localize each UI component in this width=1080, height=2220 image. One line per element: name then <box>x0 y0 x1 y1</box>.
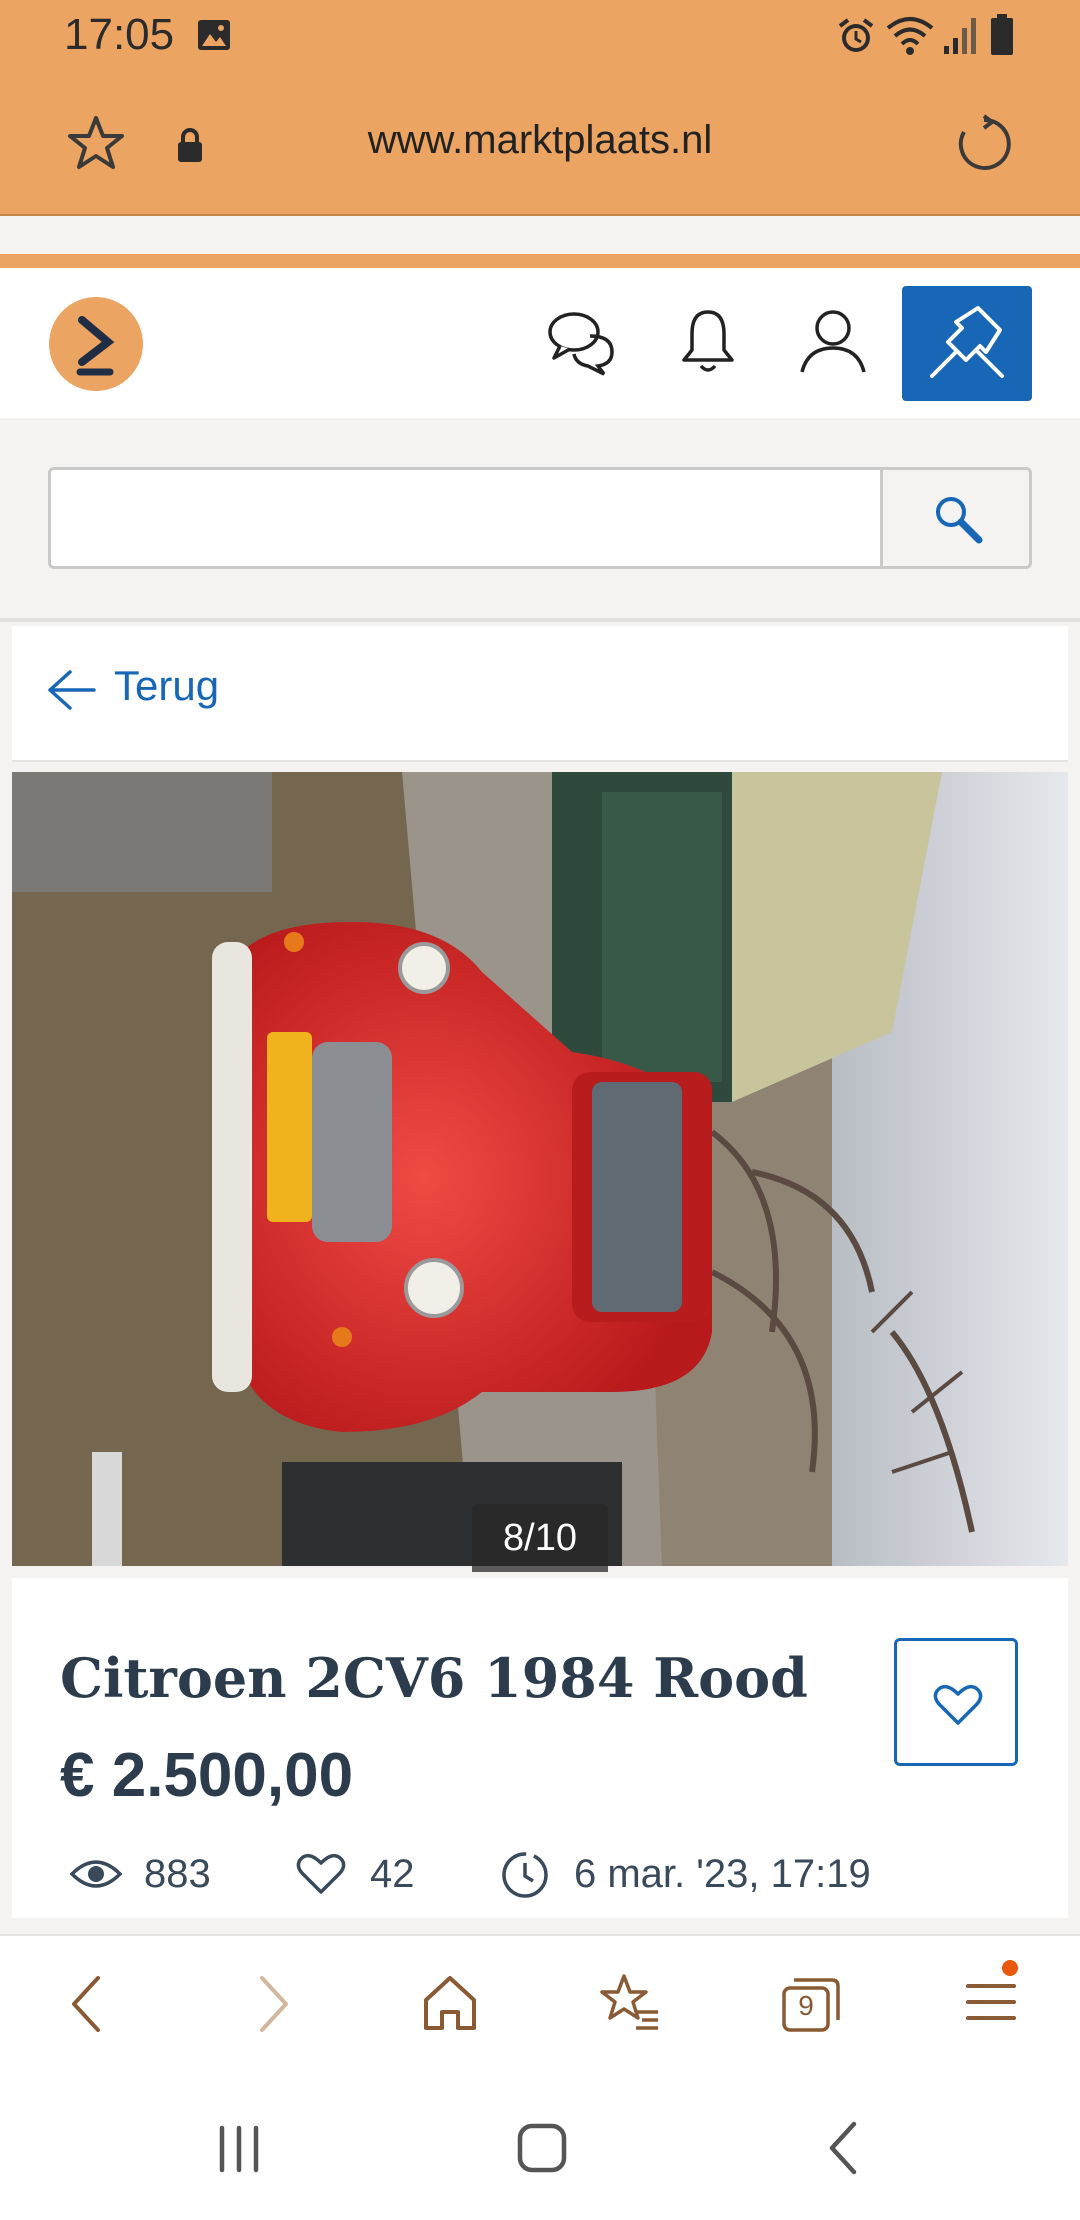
system-back-icon[interactable] <box>824 2120 864 2176</box>
bell-icon[interactable] <box>680 306 736 376</box>
heart-outline-icon <box>296 1853 346 1894</box>
pin-icon <box>930 306 1004 378</box>
wifi-icon <box>886 17 934 55</box>
search-input[interactable] <box>48 467 880 569</box>
image-icon <box>198 20 230 50</box>
page-gap <box>0 216 1080 254</box>
chat-icon[interactable] <box>546 306 618 376</box>
views-count: 883 <box>144 1852 211 1896</box>
search-icon <box>936 497 983 544</box>
forward-icon[interactable] <box>254 1974 294 2034</box>
battery-icon <box>991 14 1013 55</box>
listing-date: 6 mar. '23, 17:19 <box>574 1852 871 1896</box>
back-arrow-icon[interactable] <box>46 668 96 712</box>
marktplaats-logo[interactable] <box>48 296 144 392</box>
user-icon[interactable] <box>798 306 868 376</box>
listing-price: € 2.500,00 <box>60 1741 354 1810</box>
heart-icon <box>933 1684 983 1725</box>
favorites-count: 42 <box>370 1852 415 1896</box>
home-icon[interactable] <box>420 1974 480 2032</box>
tabs-button[interactable]: 9 <box>780 1976 842 2034</box>
url-text[interactable]: www.marktplaats.nl <box>0 118 1080 163</box>
signal-icon <box>944 18 976 54</box>
eye-icon <box>70 1860 122 1888</box>
clock-icon <box>502 1852 548 1898</box>
bookmarks-icon[interactable] <box>598 1972 662 2034</box>
place-ad-button[interactable] <box>902 286 1032 401</box>
favorite-button[interactable] <box>894 1638 1018 1766</box>
home-button-icon[interactable] <box>516 2122 568 2174</box>
accent-line <box>0 254 1080 268</box>
listing-title: Citroen 2CV6 1984 Rood <box>60 1646 808 1710</box>
tab-count: 9 <box>798 1990 814 2021</box>
back-icon[interactable] <box>66 1974 106 2034</box>
browser-bottom-nav <box>0 1934 1080 2076</box>
menu-icon[interactable] <box>962 1960 1022 2036</box>
reload-icon[interactable] <box>954 114 1014 174</box>
recent-apps-icon[interactable] <box>214 2124 264 2174</box>
status-time: 17:05 <box>64 10 175 59</box>
listing-photo[interactable] <box>12 772 1068 1566</box>
alarm-icon <box>838 18 874 52</box>
photo-counter: 8/10 <box>472 1504 608 1572</box>
back-link[interactable]: Terug <box>114 662 219 710</box>
car-photo-illustration <box>12 772 1068 1566</box>
search-button[interactable] <box>880 467 1032 569</box>
